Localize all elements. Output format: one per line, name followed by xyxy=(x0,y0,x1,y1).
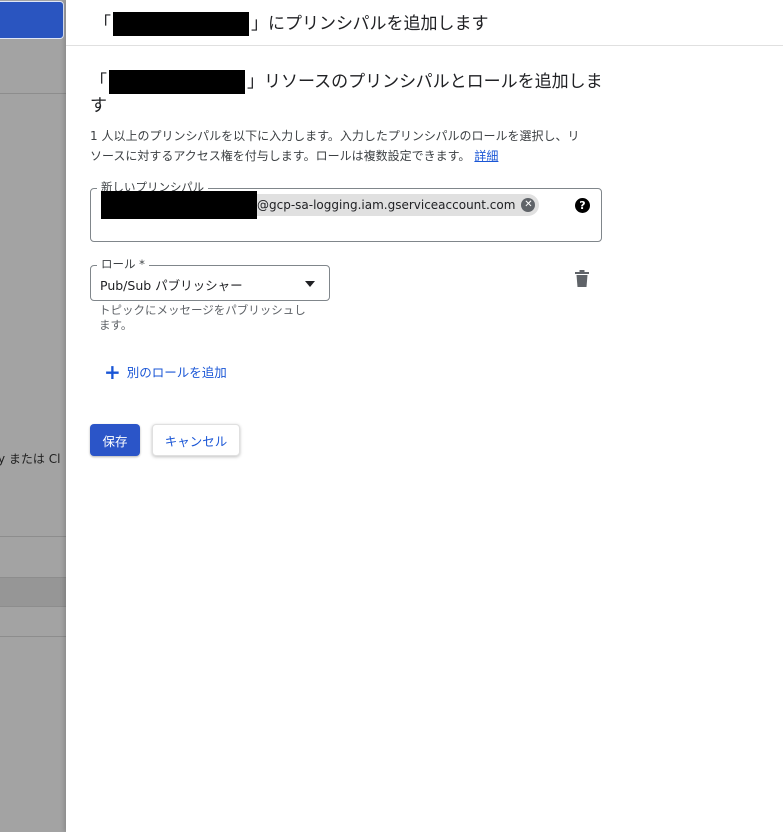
principal-chip-text: @gcp-sa-logging.iam.gserviceaccount.com xyxy=(257,198,516,212)
plus-icon: + xyxy=(104,359,121,384)
add-principal-panel: 「」にプリンシパルを追加します 「」リソースのプリンシパルとロールを追加します … xyxy=(66,0,783,832)
save-button[interactable]: 保存 xyxy=(90,424,140,456)
description: 1 人以上のプリンシパルを以下に入力します。入力したプリンシパルのロールを選択し… xyxy=(90,126,590,166)
help-icon[interactable]: ? xyxy=(575,198,590,213)
panel-header: 「 」にプリンシパルを追加します xyxy=(66,0,783,46)
dropdown-arrow-icon xyxy=(305,281,315,287)
background-divider xyxy=(0,536,66,537)
role-value: Pub/Sub パブリッシャー xyxy=(100,278,243,293)
role-label: ロール * xyxy=(97,256,149,272)
redacted-resource-name xyxy=(113,12,249,36)
role-hint: トピックにメッセージをパブリッシュします。 xyxy=(99,303,306,332)
background-divider xyxy=(0,93,66,94)
description-text: 1 人以上のプリンシパルを以下に入力します。入力したプリンシパルのロールを選択し… xyxy=(90,129,580,163)
add-role-label: 別のロールを追加 xyxy=(126,365,227,380)
delete-role-icon[interactable] xyxy=(574,270,590,288)
role-select[interactable]: ロール * Pub/Sub パブリッシャー xyxy=(90,256,330,301)
add-another-role-button[interactable]: + 別のロールを追加 xyxy=(104,359,227,384)
background-text: y または Cl xyxy=(0,452,61,466)
principal-chip[interactable]: @gcp-sa-logging.iam.gserviceaccount.com … xyxy=(101,191,540,219)
title-text: 」にプリンシパルを追加します xyxy=(251,14,489,34)
background-row xyxy=(0,578,66,606)
section-quote: 「 xyxy=(90,72,107,92)
details-link[interactable]: 詳細 xyxy=(474,149,498,163)
chip-remove-icon[interactable]: ✕ xyxy=(521,198,536,212)
background-page: y または Cl xyxy=(0,0,66,832)
background-button xyxy=(0,1,64,39)
cancel-button[interactable]: キャンセル xyxy=(152,424,240,456)
section-title: 「」リソースのプリンシパルとロールを追加します xyxy=(90,70,610,118)
new-principal-field[interactable]: 新しいプリンシパル @gcp-sa-logging.iam.gserviceac… xyxy=(90,179,602,242)
redacted-principal-prefix xyxy=(101,191,257,219)
title-quote: 「 xyxy=(94,14,111,34)
background-divider xyxy=(0,636,66,637)
panel-title: 「 」にプリンシパルを追加します xyxy=(94,9,489,36)
redacted-resource-name xyxy=(109,70,245,94)
background-divider xyxy=(0,606,66,607)
